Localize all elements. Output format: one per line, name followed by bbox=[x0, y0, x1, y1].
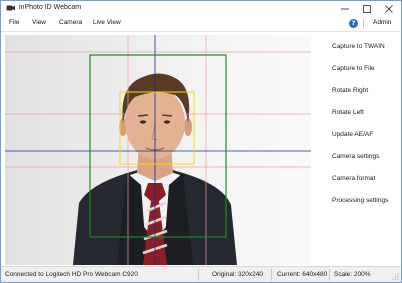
camera-settings-button[interactable]: Camera settings bbox=[332, 153, 379, 160]
rotate-left-button[interactable]: Rotate Left bbox=[332, 109, 364, 116]
help-icon[interactable]: ? bbox=[349, 19, 358, 28]
minimize-button[interactable] bbox=[334, 1, 356, 16]
menu-view[interactable]: View bbox=[32, 19, 46, 26]
menu-bar: File View Camera Live View Admin bbox=[1, 16, 401, 31]
status-divider bbox=[271, 269, 272, 281]
status-divider bbox=[329, 269, 330, 281]
processing-settings-button[interactable]: Processing settings bbox=[332, 197, 388, 204]
webcam-icon bbox=[6, 5, 15, 11]
status-current-resolution: Current: 640x480 bbox=[277, 271, 328, 278]
title-bar[interactable]: inPhoto ID Webcam bbox=[1, 1, 401, 16]
menu-separator bbox=[363, 19, 364, 28]
app-window: inPhoto ID Webcam File View Camera Live … bbox=[0, 0, 402, 283]
resize-grip-icon[interactable] bbox=[391, 273, 399, 281]
menu-live-view[interactable]: Live View bbox=[93, 19, 121, 26]
close-icon bbox=[385, 4, 393, 13]
menu-admin[interactable]: Admin bbox=[373, 19, 391, 26]
menu-camera[interactable]: Camera bbox=[59, 19, 82, 26]
action-panel: Capture to TWAIN Capture to File Rotate … bbox=[311, 32, 401, 267]
status-original-resolution: Original: 320x240 bbox=[212, 271, 263, 278]
capture-to-file-button[interactable]: Capture to File bbox=[332, 65, 375, 72]
camera-format-button[interactable]: Camera format bbox=[332, 175, 375, 182]
preview-image bbox=[5, 35, 311, 265]
main-content: Capture to TWAIN Capture to File Rotate … bbox=[1, 31, 401, 267]
maximize-icon bbox=[363, 4, 371, 13]
window-title: inPhoto ID Webcam bbox=[19, 4, 82, 11]
capture-to-twain-button[interactable]: Capture to TWAIN bbox=[332, 43, 385, 50]
status-divider bbox=[198, 269, 199, 281]
update-ae-af-button[interactable]: Update AE/AF bbox=[332, 131, 373, 138]
camera-preview[interactable] bbox=[5, 35, 311, 265]
minimize-icon bbox=[341, 8, 349, 9]
status-scale: Scale: 200% bbox=[334, 271, 371, 278]
close-button[interactable] bbox=[378, 1, 400, 16]
rotate-right-button[interactable]: Rotate Right bbox=[332, 87, 368, 94]
maximize-button[interactable] bbox=[356, 1, 378, 16]
status-bar: Connected to Logitech HD Pro Webcam C920… bbox=[1, 266, 401, 282]
menu-file[interactable]: File bbox=[9, 19, 19, 26]
status-connection: Connected to Logitech HD Pro Webcam C920 bbox=[5, 271, 138, 278]
